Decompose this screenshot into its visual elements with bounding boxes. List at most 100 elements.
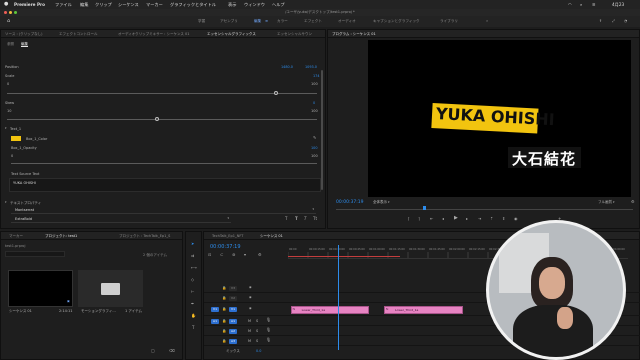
slip-icon[interactable]: ⊢ — [191, 290, 194, 294]
track-lock-icon[interactable]: 🔒 — [222, 307, 226, 311]
play-icon[interactable]: ▶ — [454, 216, 458, 221]
menu-clip[interactable]: クリップ — [95, 0, 112, 9]
menu-edit[interactable]: 編集 — [80, 0, 88, 9]
fit-select[interactable]: 全体表示 ▾ — [373, 200, 401, 206]
program-playhead-marker[interactable] — [423, 206, 426, 210]
tab-essential-graphics[interactable]: エッセンシャルグラフィックス — [207, 32, 256, 37]
quality-select[interactable]: フル画質 ▾ — [598, 200, 628, 206]
scale-right-value[interactable]: 174 — [313, 74, 319, 78]
tab-markers[interactable]: マーカー — [9, 234, 23, 239]
project-item-name-sequence[interactable]: シーケンス 01 — [9, 309, 32, 314]
new-item-icon[interactable]: ▢ — [151, 349, 155, 353]
menu-marker[interactable]: マーカー — [146, 0, 163, 9]
eyedropper-icon[interactable]: ✎ — [313, 136, 316, 140]
lift-icon[interactable]: ⇡ — [490, 217, 493, 221]
subtab-browse[interactable]: 参照 — [7, 42, 14, 47]
skew-right-value[interactable]: 0 — [313, 101, 315, 105]
faux-bold-icon[interactable]: T — [295, 217, 298, 221]
box-opacity-right-value[interactable]: 100 — [311, 146, 317, 150]
timeline-timecode[interactable]: 00:00:37:19 — [210, 244, 241, 250]
ripple-edit-icon[interactable]: ⟷ — [191, 266, 197, 270]
workspace-captions[interactable]: キャプションとグラフィック — [373, 19, 420, 24]
type-icon[interactable]: T — [192, 326, 194, 330]
workspace-assembly[interactable]: アセンブリ — [220, 19, 238, 24]
solo-button[interactable]: S — [256, 329, 258, 333]
track-select-icon[interactable]: ⇉ — [191, 254, 194, 258]
razor-icon[interactable]: ◇ — [191, 278, 194, 282]
font-size-icon[interactable]: T — [285, 217, 287, 221]
tab-sequence-01[interactable]: シーケンス 01 — [260, 234, 283, 239]
workspace-learn[interactable]: 学習 — [198, 19, 205, 24]
home-icon[interactable]: ⌂ — [7, 18, 10, 24]
font-style-select[interactable]: ExtraBold ▾ — [11, 216, 231, 223]
track-lock-icon[interactable]: 🔒 — [222, 329, 226, 333]
menu-sequence[interactable]: シーケンス — [118, 0, 139, 9]
chevron-down-icon[interactable]: ▾ — [5, 127, 7, 130]
workspace-audio[interactable]: オーディオ — [338, 19, 356, 24]
text-group-label[interactable]: Text_1 — [10, 127, 21, 131]
tab-techtalk-sequence[interactable]: TechTalk_Ep1_NFT — [212, 234, 243, 238]
tab-audio-mixer[interactable]: オーディオクリップミキサー : シーケンス 01 — [118, 32, 189, 37]
tab-source[interactable]: ソース : (クリップなし) — [5, 32, 42, 37]
workspace-edit[interactable]: 編集 — [254, 19, 261, 24]
pen-icon[interactable]: ✒ — [191, 302, 194, 306]
position-y-value[interactable]: 1093.0 — [305, 65, 317, 69]
menu-file[interactable]: ファイル — [55, 0, 72, 9]
chevron-down-icon[interactable]: ▾ — [5, 201, 7, 204]
menu-window[interactable]: ウィンドウ — [244, 0, 265, 9]
go-to-out-icon[interactable]: ⇥ — [478, 217, 481, 221]
box-opacity-slider[interactable] — [11, 163, 317, 164]
control-center-icon[interactable]: ≡ — [592, 0, 596, 9]
step-forward-icon[interactable]: ▸ — [466, 217, 468, 221]
text-properties-label[interactable]: テキストプロパティ — [10, 201, 41, 206]
faux-italic-icon[interactable]: T — [304, 217, 306, 221]
timeline-clip[interactable]: fx Lower_Third_1a — [384, 306, 463, 314]
skew-slider[interactable] — [7, 119, 317, 120]
track-lock-icon[interactable]: 🔒 — [222, 286, 226, 290]
wifi-icon[interactable]: ◠ — [568, 0, 572, 9]
add-marker-icon[interactable]: ▾ — [244, 253, 246, 257]
project-item-name-bin[interactable]: モーショングラフィ... — [81, 309, 116, 314]
snap-icon[interactable]: ⊂ — [220, 253, 223, 257]
tab-essential-sound[interactable]: エッセンシャルサウン — [277, 32, 312, 37]
track-label-v3[interactable]: V3 — [229, 286, 237, 291]
scale-slider-knob[interactable] — [274, 91, 278, 95]
track-lock-icon[interactable]: 🔒 — [222, 339, 226, 343]
solo-button[interactable]: S — [256, 339, 258, 343]
project-search-input[interactable] — [5, 251, 65, 257]
source-text-field[interactable]: YUKA OHISHI — [9, 178, 321, 192]
program-scrub-bar[interactable] — [336, 209, 633, 210]
eye-icon[interactable]: ◉ — [249, 286, 252, 289]
maximize-icon[interactable]: ⤢ — [612, 19, 615, 23]
go-to-in-icon[interactable]: ⇤ — [430, 217, 433, 221]
source-patch-v1[interactable]: V1 — [211, 307, 219, 312]
upload-icon[interactable]: ⇪ — [599, 19, 602, 23]
font-family-select[interactable]: Montserrat ▾ — [11, 207, 316, 214]
clock[interactable]: 4月23 — [612, 0, 624, 9]
mute-button[interactable]: M — [248, 339, 251, 343]
mark-out-icon[interactable]: ⌉ — [418, 217, 420, 221]
track-lock-icon[interactable]: 🔒 — [222, 319, 226, 323]
microphone-icon[interactable]: 🎙 — [266, 328, 271, 332]
project-item-thumb-bin[interactable] — [78, 270, 143, 307]
extract-icon[interactable]: ⇞ — [502, 217, 505, 221]
close-window-button[interactable] — [4, 11, 7, 14]
mix-value[interactable]: 0.0 — [256, 349, 261, 353]
menu-view[interactable]: 表示 — [228, 0, 236, 9]
tab-project-techtalk[interactable]: プロジェクト : TechTalk_Ep1_S — [119, 234, 170, 239]
track-lock-icon[interactable]: 🔒 — [222, 296, 226, 300]
settings-wrench-icon[interactable]: ⚙ — [631, 200, 635, 204]
select-arrow-icon[interactable]: ➤ — [191, 242, 194, 246]
eye-icon[interactable]: ◉ — [249, 296, 252, 299]
apple-icon[interactable]: ● — [4, 0, 8, 9]
track-label-v2[interactable]: V2 — [229, 296, 237, 301]
workspace-libraries[interactable]: ライブラリ — [440, 19, 458, 24]
work-area-bar[interactable] — [288, 256, 400, 257]
solo-button[interactable]: S — [256, 319, 258, 323]
program-video-frame[interactable]: YUKA OHISHI 大石結花 — [368, 40, 631, 197]
mark-in-icon[interactable]: ⌈ — [408, 217, 410, 221]
workspace-color[interactable]: カラー — [277, 19, 288, 24]
nest-icon[interactable]: ⊡ — [208, 253, 211, 257]
track-label-a2[interactable]: A2 — [229, 329, 237, 334]
tab-effect-controls[interactable]: エフェクトコントロール — [59, 32, 98, 37]
